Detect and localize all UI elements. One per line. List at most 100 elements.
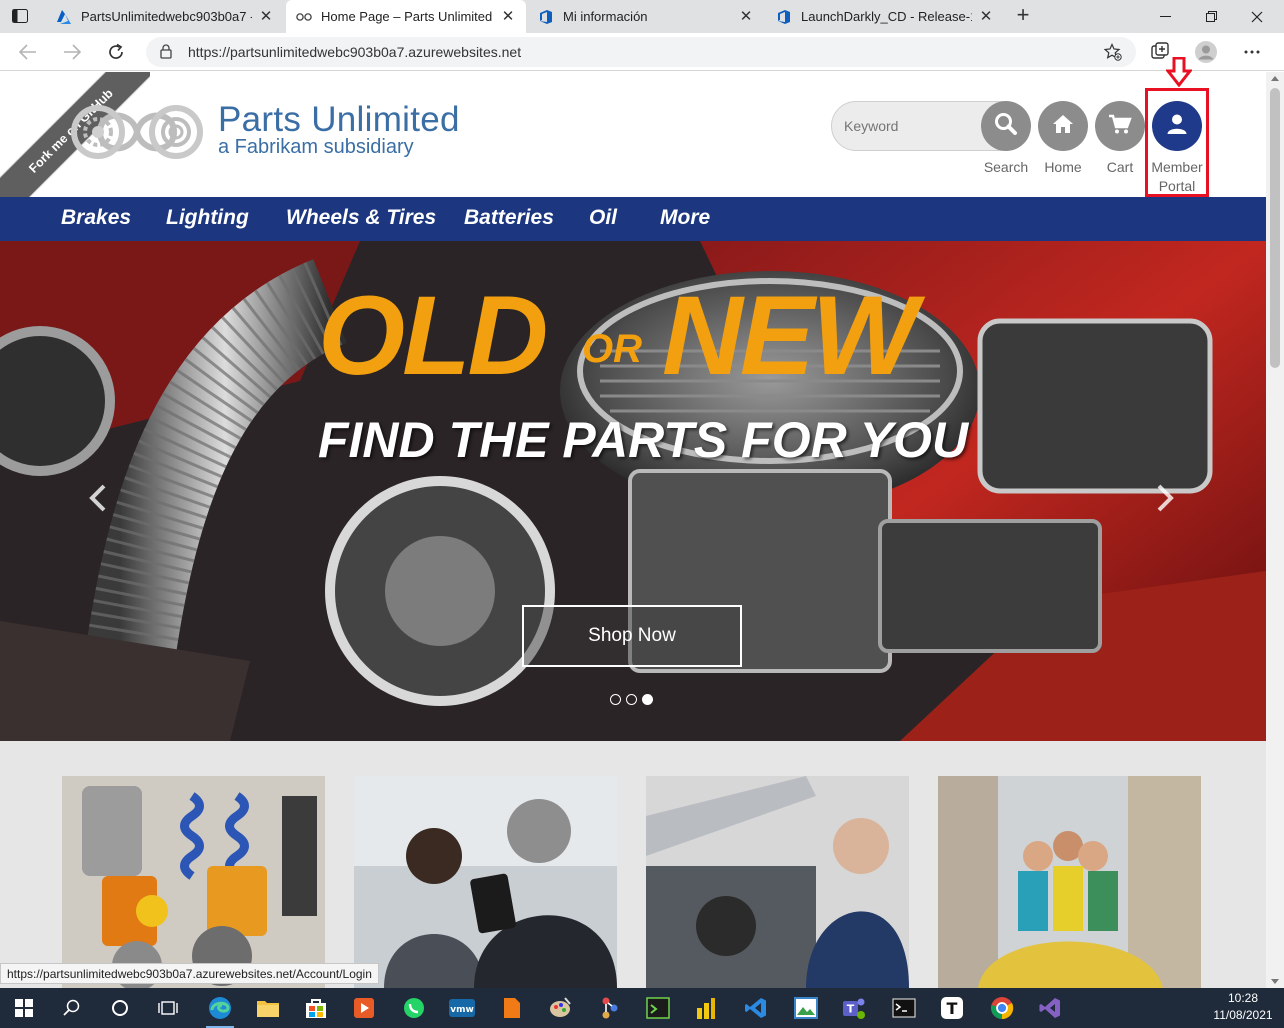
image-viewer-icon[interactable] (786, 988, 826, 1028)
home-button[interactable] (1038, 101, 1088, 151)
lock-icon[interactable] (160, 44, 172, 64)
restore-icon[interactable] (1188, 0, 1234, 33)
product-tile-mechanic[interactable] (646, 776, 909, 988)
minimize-icon[interactable] (1142, 0, 1188, 33)
page-scrollbar[interactable] (1266, 72, 1284, 988)
new-tab-button[interactable]: + (1012, 4, 1034, 27)
tab-close-icon[interactable]: ✕ (978, 8, 994, 25)
product-tile-service[interactable] (354, 776, 617, 988)
carousel-dot-2[interactable] (626, 694, 637, 705)
teams-icon[interactable]: T (834, 988, 874, 1028)
tab-close-icon[interactable]: ✕ (738, 8, 754, 25)
windows-start-icon[interactable] (4, 988, 44, 1028)
command-prompt-icon[interactable] (884, 988, 924, 1028)
profile-avatar-icon[interactable] (1195, 41, 1217, 63)
power-bi-icon[interactable] (686, 988, 726, 1028)
annotation-highlight-box (1145, 88, 1209, 197)
tab-title: Mi información (563, 9, 648, 24)
hero-new-text: NEW (662, 273, 917, 398)
office-app-icon[interactable] (492, 988, 532, 1028)
parts-unlimited-logo-icon[interactable] (62, 96, 212, 168)
system-clock[interactable]: 10:28 11/08/2021 (1208, 990, 1278, 1024)
tab-azure-portal[interactable]: PartsUnlimitedwebc903b0a7 - M ✕ (46, 0, 284, 33)
terminal-green-icon[interactable] (638, 988, 678, 1028)
tab-close-icon[interactable]: ✕ (258, 8, 274, 25)
forward-arrow-icon[interactable] (60, 40, 84, 64)
screen: PartsUnlimitedwebc903b0a7 - M ✕ Home Pag… (0, 0, 1284, 1028)
tab-close-icon[interactable]: ✕ (500, 8, 516, 25)
tab-title: PartsUnlimitedwebc903b0a7 - M (81, 9, 252, 24)
status-bar-url: https://partsunlimitedwebc903b0a7.azurew… (0, 963, 379, 984)
add-favorite-icon[interactable] (1103, 43, 1122, 66)
tab-actions-icon[interactable] (10, 7, 30, 25)
back-arrow-icon[interactable] (16, 40, 40, 64)
friends-car-photo (938, 776, 1201, 988)
cart-button[interactable] (1095, 101, 1145, 151)
scroll-up-icon[interactable] (1271, 76, 1279, 81)
mechanic-photo (646, 776, 909, 988)
edge-browser-icon[interactable] (200, 988, 240, 1028)
scroll-down-icon[interactable] (1271, 979, 1279, 984)
file-explorer-icon[interactable] (248, 988, 288, 1028)
visual-studio-icon[interactable] (1030, 988, 1070, 1028)
paint-icon[interactable] (540, 988, 580, 1028)
tab-mi-informacion[interactable]: Mi información ✕ (528, 0, 764, 33)
typora-icon[interactable]: T (932, 988, 972, 1028)
brand-title[interactable]: Parts Unlimited (218, 100, 460, 140)
url-text[interactable]: https://partsunlimitedwebc903b0a7.azurew… (188, 44, 521, 60)
git-tool-icon[interactable] (590, 988, 630, 1028)
carousel-prev-icon[interactable] (85, 481, 111, 515)
tab-parts-unlimited[interactable]: Home Page – Parts Unlimited ✕ (286, 0, 526, 33)
auto-parts-photo (62, 776, 325, 988)
nav-wheels-tires[interactable]: Wheels & Tires (286, 206, 436, 230)
clock-time: 10:28 (1227, 991, 1259, 1005)
tab-launchdarkly-release[interactable]: LaunchDarkly_CD - Release-1 - P ✕ (766, 0, 1004, 33)
infinity-logo-icon (296, 9, 312, 25)
whatsapp-icon[interactable] (394, 988, 434, 1028)
address-bar[interactable]: https://partsunlimitedwebc903b0a7.azurew… (146, 37, 1136, 67)
hero-old-text: OLD (318, 273, 548, 398)
product-tile-friends[interactable] (938, 776, 1201, 988)
search-button[interactable] (981, 101, 1031, 151)
customer-service-photo (354, 776, 617, 988)
keyword-search-input[interactable] (831, 101, 1003, 151)
nav-brakes[interactable]: Brakes (61, 206, 131, 230)
scrollbar-thumb[interactable] (1270, 88, 1280, 368)
carousel-dot-1[interactable] (610, 694, 621, 705)
svg-text:T: T (947, 999, 958, 1018)
cart-icon (1108, 113, 1132, 140)
refresh-icon[interactable] (104, 40, 128, 64)
hero-tagline: FIND THE PARTS FOR YOU (318, 412, 969, 468)
product-tiles (0, 741, 1266, 988)
media-player-icon[interactable] (344, 988, 384, 1028)
svg-text:vmw: vmw (450, 1005, 474, 1015)
store-icon[interactable] (296, 988, 336, 1028)
hero-or-text: OR (582, 327, 642, 371)
web-page: Fork me on GitHub Parts Unlimited a Fabr… (0, 72, 1266, 988)
carousel-next-icon[interactable] (1152, 481, 1178, 515)
nav-batteries[interactable]: Batteries (464, 206, 554, 230)
vmware-icon[interactable]: vmw (442, 988, 482, 1028)
carousel-dot-3[interactable] (642, 694, 653, 705)
svg-text:T: T (847, 1003, 855, 1016)
close-window-icon[interactable] (1234, 0, 1280, 33)
nav-lighting[interactable]: Lighting (166, 206, 249, 230)
more-menu-icon[interactable] (1241, 41, 1263, 63)
search-icon[interactable] (52, 988, 92, 1028)
hero-carousel: OLD OR NEW FIND THE PARTS FOR YOU Shop N… (0, 241, 1266, 741)
chrome-icon[interactable] (982, 988, 1022, 1028)
product-tile-parts[interactable] (62, 776, 325, 988)
azure-devops-icon (538, 9, 554, 25)
search-icon (994, 112, 1018, 141)
clock-date: 11/08/2021 (1213, 1008, 1273, 1022)
nav-more[interactable]: More (660, 206, 710, 230)
vscode-icon[interactable] (736, 988, 776, 1028)
browser-tab-strip: PartsUnlimitedwebc903b0a7 - M ✕ Home Pag… (0, 0, 1284, 33)
shop-now-button[interactable]: Shop Now (522, 605, 742, 667)
cortana-icon[interactable] (100, 988, 140, 1028)
tab-title: LaunchDarkly_CD - Release-1 - P (801, 9, 972, 24)
task-view-icon[interactable] (148, 988, 188, 1028)
browser-toolbar: https://partsunlimitedwebc903b0a7.azurew… (0, 33, 1284, 71)
nav-oil[interactable]: Oil (589, 206, 617, 230)
home-icon (1051, 113, 1075, 140)
